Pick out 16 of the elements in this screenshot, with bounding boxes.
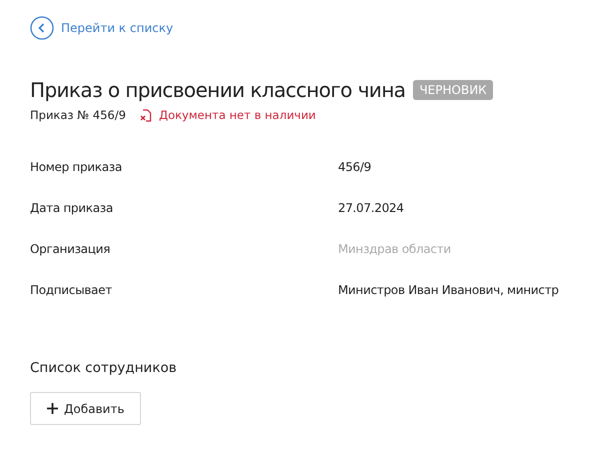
field-value: Минздрав области [338, 242, 452, 256]
field-label: Подписывает [30, 282, 113, 296]
section-title: Список сотрудников [30, 360, 178, 376]
field-label: Дата приказа [30, 200, 114, 214]
add-button[interactable]: Добавить [30, 392, 142, 425]
field-label: Номер приказа [30, 160, 123, 174]
field-value: Министров Иван Иванович, министр [338, 282, 560, 296]
document-status: Документа нет в наличии [158, 108, 316, 122]
field-label: Организация [30, 242, 111, 256]
page-title: Приказ о присвоении классного чина [30, 78, 406, 102]
order-number: Приказ № 456/9 [30, 108, 126, 122]
field-value: 456/9 [338, 160, 372, 174]
status-badge: ЧЕРНОВИК [413, 80, 493, 100]
plus-icon [47, 403, 58, 414]
field-value: 27.07.2024 [338, 200, 405, 214]
back-link[interactable]: Перейти к списку [30, 16, 174, 40]
